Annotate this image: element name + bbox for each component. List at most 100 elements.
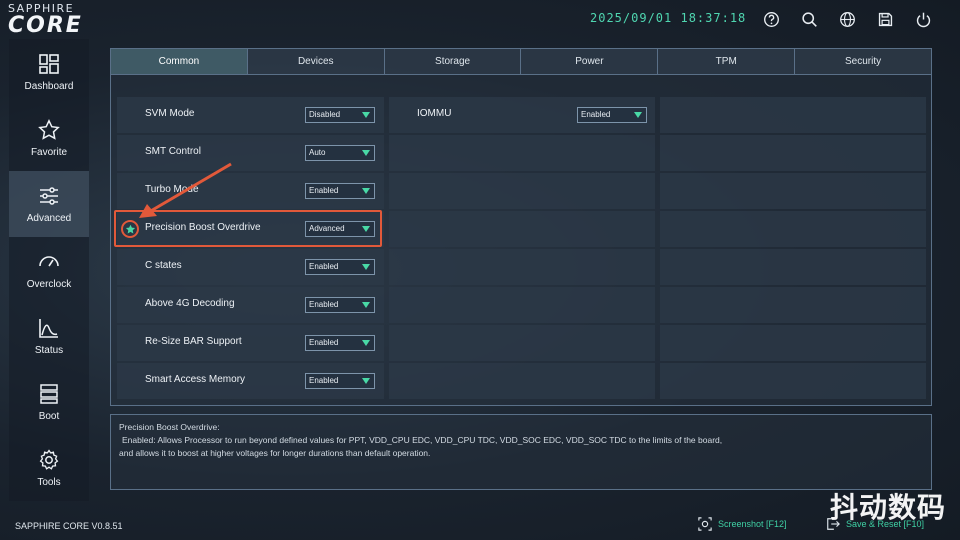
gauge-icon bbox=[39, 256, 59, 267]
sidebar-label-overclock: Overclock bbox=[26, 279, 72, 290]
sidebar-label-dashboard: Dashboard bbox=[24, 81, 74, 92]
favorite-star-toggle[interactable] bbox=[121, 220, 139, 238]
select-value: Enabled bbox=[309, 376, 339, 385]
watermark-text: 抖动数码 bbox=[829, 491, 946, 524]
caret-down-icon bbox=[362, 226, 370, 232]
option-row-precision-boost-overdrive: Precision Boost Overdrive Advanced bbox=[117, 211, 384, 247]
sidebar-label-status: Status bbox=[34, 345, 64, 356]
caret-down-icon bbox=[362, 112, 370, 118]
iommu-select[interactable]: Enabled bbox=[577, 107, 647, 123]
option-row-iommu: IOMMU Enabled bbox=[389, 97, 655, 133]
resize-bar-select[interactable]: Enabled bbox=[305, 335, 375, 351]
power-button[interactable] bbox=[904, 8, 942, 30]
select-value: Enabled bbox=[581, 110, 611, 119]
sidebar-item-overclock[interactable]: Overclock bbox=[9, 237, 89, 303]
sidebar-label-advanced: Advanced bbox=[26, 213, 72, 224]
select-value: Enabled bbox=[309, 338, 339, 347]
option-row-resize-bar: Re-Size BAR Support Enabled bbox=[117, 325, 384, 361]
tab-storage[interactable]: Storage bbox=[384, 49, 522, 74]
server-icon bbox=[40, 384, 58, 404]
globe-icon bbox=[839, 11, 855, 27]
select-value: Enabled bbox=[309, 300, 339, 309]
search-button[interactable] bbox=[790, 8, 828, 30]
description-line2: and allows it to boost at higher voltage… bbox=[119, 448, 431, 458]
description-line1: Enabled: Allows Processor to run beyond … bbox=[122, 435, 723, 445]
screenshot-label: Screenshot [F12] bbox=[718, 519, 787, 529]
option-row-above-4g-decoding: Above 4G Decoding Enabled bbox=[117, 287, 384, 323]
option-label: C states bbox=[145, 260, 182, 271]
sliders-icon bbox=[40, 187, 58, 205]
datetime: 2025/09/01 18:37:18 bbox=[590, 11, 747, 25]
sidebar-label-tools: Tools bbox=[37, 477, 61, 488]
option-label: SMT Control bbox=[145, 146, 201, 157]
empty-cell bbox=[389, 325, 655, 361]
help-button[interactable] bbox=[752, 8, 790, 30]
empty-cell bbox=[660, 173, 926, 209]
empty-cell bbox=[389, 287, 655, 323]
caret-down-icon bbox=[362, 150, 370, 156]
empty-cell bbox=[389, 135, 655, 171]
turbo-mode-select[interactable]: Enabled bbox=[305, 183, 375, 199]
empty-cell bbox=[389, 173, 655, 209]
help-icon bbox=[763, 11, 779, 27]
option-label: Turbo Mode bbox=[145, 184, 199, 195]
sidebar-label-favorite: Favorite bbox=[30, 147, 68, 158]
sidebar-item-advanced[interactable]: Advanced bbox=[9, 171, 89, 237]
tab-devices[interactable]: Devices bbox=[247, 49, 385, 74]
option-row-smart-access-memory: Smart Access Memory Enabled bbox=[117, 363, 384, 399]
empty-cell bbox=[660, 249, 926, 285]
sidebar-item-status[interactable]: Status bbox=[9, 303, 89, 369]
chart-icon bbox=[39, 319, 58, 338]
dashboard-icon bbox=[39, 54, 59, 74]
tab-bar: Common Devices Storage Power TPM Securit… bbox=[111, 49, 931, 75]
option-label: Above 4G Decoding bbox=[145, 298, 235, 309]
option-label: Re-Size BAR Support bbox=[145, 336, 242, 347]
option-row-smt-control: SMT Control Auto bbox=[117, 135, 384, 171]
caret-down-icon bbox=[362, 340, 370, 346]
star-icon bbox=[38, 119, 60, 140]
option-label: IOMMU bbox=[417, 108, 452, 119]
option-row-turbo-mode: Turbo Mode Enabled bbox=[117, 173, 384, 209]
search-icon bbox=[801, 11, 817, 27]
language-button[interactable] bbox=[828, 8, 866, 30]
select-value: Auto bbox=[309, 148, 326, 157]
main-panel: Common Devices Storage Power TPM Securit… bbox=[110, 48, 932, 406]
sidebar-item-favorite[interactable]: Favorite bbox=[9, 105, 89, 171]
svm-mode-select[interactable]: Disabled bbox=[305, 107, 375, 123]
options-grid: SVM Mode Disabled IOMMU Enabled SMT Cont… bbox=[117, 97, 927, 401]
tab-security[interactable]: Security bbox=[795, 49, 931, 74]
pbo-select[interactable]: Advanced bbox=[305, 221, 375, 237]
star-filled-icon bbox=[125, 224, 135, 233]
caret-down-icon bbox=[362, 302, 370, 308]
header-toolbar bbox=[752, 8, 942, 30]
option-label: SVM Mode bbox=[145, 108, 195, 119]
sidebar-item-boot[interactable]: Boot bbox=[9, 369, 89, 435]
save-button[interactable] bbox=[866, 8, 904, 30]
description-panel: Precision Boost Overdrive: Enabled: Allo… bbox=[110, 414, 932, 490]
empty-cell bbox=[660, 135, 926, 171]
select-value: Disabled bbox=[309, 110, 341, 119]
power-icon bbox=[916, 12, 930, 27]
empty-cell bbox=[389, 211, 655, 247]
sam-select[interactable]: Enabled bbox=[305, 373, 375, 389]
tab-power[interactable]: Power bbox=[521, 49, 659, 74]
screenshot-button[interactable]: Screenshot [F12] bbox=[698, 517, 787, 531]
empty-cell bbox=[660, 211, 926, 247]
tab-tpm[interactable]: TPM bbox=[658, 49, 796, 74]
logo-main-text: CORE bbox=[8, 13, 83, 38]
c-states-select[interactable]: Enabled bbox=[305, 259, 375, 275]
empty-cell bbox=[660, 287, 926, 323]
caret-down-icon bbox=[362, 378, 370, 384]
option-row-svm-mode: SVM Mode Disabled bbox=[117, 97, 384, 133]
above-4g-select[interactable]: Enabled bbox=[305, 297, 375, 313]
smt-control-select[interactable]: Auto bbox=[305, 145, 375, 161]
gear-icon bbox=[39, 449, 59, 470]
caret-down-icon bbox=[634, 112, 642, 118]
tab-common[interactable]: Common bbox=[111, 49, 248, 74]
select-value: Advanced bbox=[309, 224, 345, 233]
sidebar-item-dashboard[interactable]: Dashboard bbox=[9, 39, 89, 105]
save-icon bbox=[878, 12, 892, 26]
sidebar-item-tools[interactable]: Tools bbox=[9, 435, 89, 501]
option-row-c-states: C states Enabled bbox=[117, 249, 384, 285]
empty-cell bbox=[660, 363, 926, 399]
